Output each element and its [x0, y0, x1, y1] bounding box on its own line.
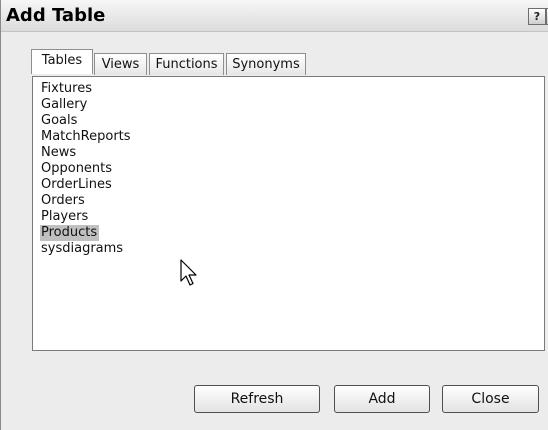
tab-tables[interactable]: Tables	[31, 49, 93, 74]
list-item-gallery[interactable]: Gallery	[40, 97, 89, 113]
list-item-players[interactable]: Players	[40, 209, 90, 225]
tab-synonyms[interactable]: Synonyms	[226, 53, 306, 75]
tables-listbox[interactable]: Fixtures Gallery Goals MatchReports News…	[32, 76, 545, 351]
list-item-goals[interactable]: Goals	[40, 113, 79, 129]
help-icon[interactable]: ?	[528, 8, 546, 25]
list-item-sysdiagrams[interactable]: sysdiagrams	[40, 241, 125, 257]
close-button[interactable]: Close	[442, 385, 539, 413]
list-item-news[interactable]: News	[40, 145, 78, 161]
list-item-matchreports[interactable]: MatchReports	[40, 129, 133, 145]
add-button[interactable]: Add	[334, 385, 430, 413]
dialog-title: Add Table	[6, 5, 106, 26]
list-item-orders[interactable]: Orders	[40, 193, 87, 209]
refresh-button[interactable]: Refresh	[194, 385, 320, 413]
tab-views[interactable]: Views	[94, 53, 147, 75]
mouse-pointer-icon	[180, 259, 197, 286]
list-item-orderlines[interactable]: OrderLines	[40, 177, 114, 193]
list-item-products[interactable]: Products	[40, 225, 100, 241]
tab-functions[interactable]: Functions	[149, 53, 224, 75]
list-item-opponents[interactable]: Opponents	[40, 161, 114, 177]
add-table-dialog: Add Table ? ✕ Tables Views Functions Syn…	[0, 0, 548, 430]
title-bar[interactable]: Add Table ? ✕	[1, 0, 548, 32]
list-item-fixtures[interactable]: Fixtures	[40, 81, 94, 97]
